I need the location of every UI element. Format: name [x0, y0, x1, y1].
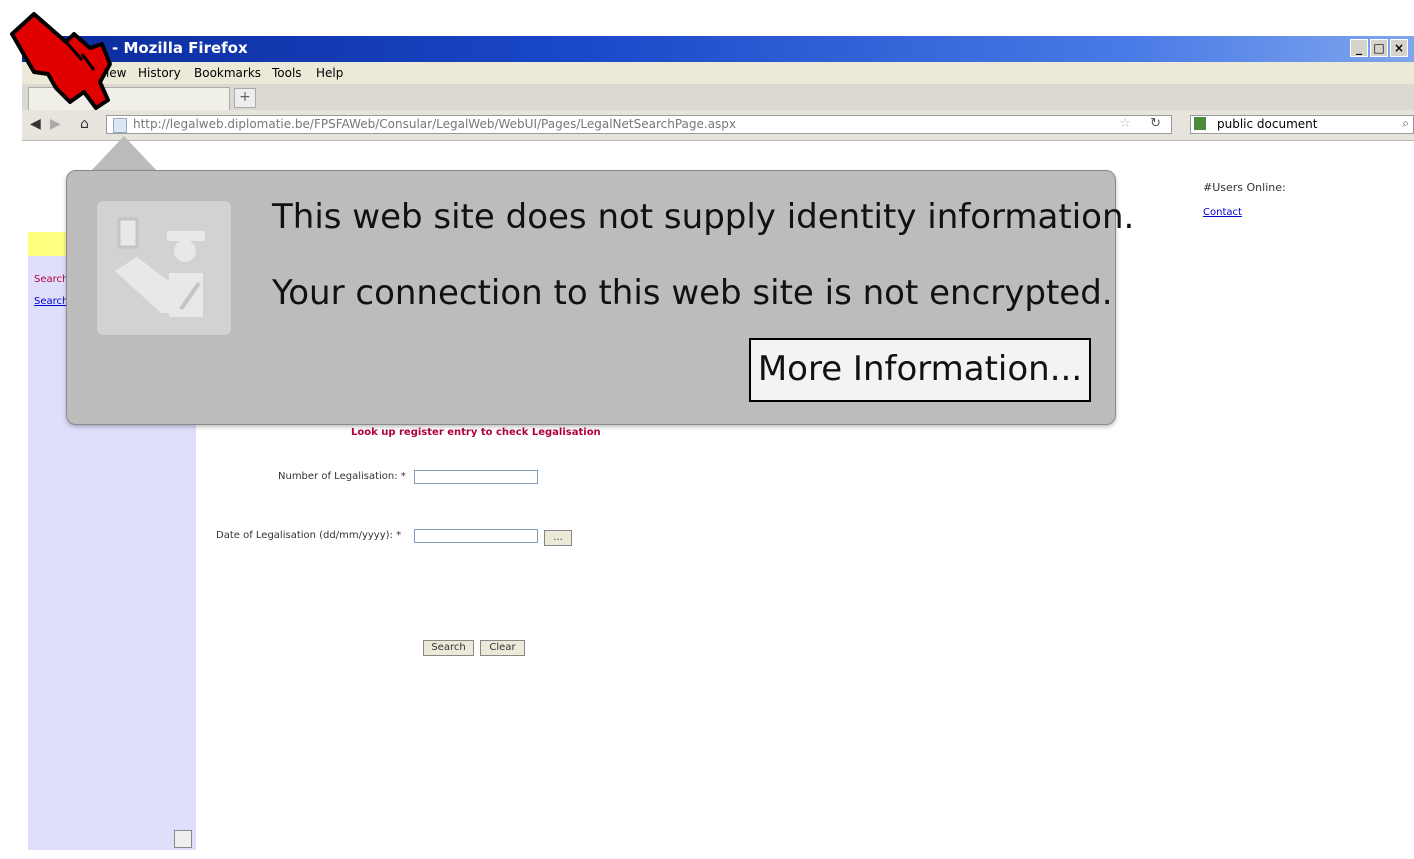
star-icon[interactable]: ☆ [1119, 116, 1131, 131]
url-bar[interactable]: http://legalweb.diplomatie.be/FPSFAWeb/C… [106, 115, 1172, 134]
window-title: - Mozilla Firefox [112, 39, 248, 57]
search-icon[interactable]: ⌕ [1402, 116, 1409, 131]
menu-tools[interactable]: Tools [272, 66, 302, 80]
sidebar-toggle[interactable] [174, 830, 192, 848]
new-tab-button[interactable]: + [234, 88, 256, 108]
calendar-button[interactable]: ... [544, 530, 572, 546]
number-input[interactable] [414, 470, 538, 484]
identity-popup: This web site does not supply identity i… [66, 170, 1134, 425]
back-icon[interactable]: ◀ [30, 116, 41, 132]
search-button[interactable]: Search [423, 640, 474, 656]
window-controls: _ □ × [1350, 39, 1408, 57]
google-icon [1194, 117, 1206, 130]
minimize-button[interactable]: _ [1350, 39, 1368, 57]
maximize-button[interactable]: □ [1370, 39, 1388, 57]
close-button[interactable]: × [1390, 39, 1408, 57]
contact-link[interactable]: Contact [1203, 207, 1242, 218]
identity-officer-icon [97, 201, 231, 335]
encryption-message: Your connection to this web site is not … [272, 273, 1113, 313]
menu-bar: View History Bookmarks Tools Help [22, 62, 1414, 84]
forward-icon[interactable]: ▶ [50, 116, 61, 132]
date-label: Date of Legalisation (dd/mm/yyyy): * [216, 530, 402, 541]
menu-help[interactable]: Help [316, 66, 343, 80]
number-label: Number of Legalisation: * [278, 471, 406, 482]
tab-strip: + [22, 84, 1414, 111]
site-identity-icon[interactable] [113, 118, 127, 133]
navigation-toolbar: ◀ ▶ ⌂ http://legalweb.diplomatie.be/FPSF… [22, 110, 1414, 141]
sidebar-link-search-2[interactable]: Search [34, 296, 68, 307]
sidebar-link-search[interactable]: Search [34, 274, 68, 285]
identity-message: This web site does not supply identity i… [272, 197, 1135, 237]
search-value: public document [1217, 117, 1318, 131]
popup-arrow [90, 136, 158, 172]
hand-cursor-icon [4, 4, 114, 114]
form-heading: Look up register entry to check Legalisa… [351, 427, 601, 438]
clear-button[interactable]: Clear [480, 640, 525, 656]
date-input[interactable] [414, 529, 538, 543]
menu-bookmarks[interactable]: Bookmarks [194, 66, 261, 80]
menu-history[interactable]: History [138, 66, 181, 80]
url-text: http://legalweb.diplomatie.be/FPSFAWeb/C… [133, 117, 737, 131]
title-bar: - Mozilla Firefox _ □ × [22, 36, 1414, 62]
reload-icon[interactable]: ↻ [1150, 116, 1161, 131]
more-information-button[interactable]: More Information... [749, 338, 1091, 402]
users-online: #Users Online: [1203, 181, 1286, 194]
home-icon[interactable]: ⌂ [80, 116, 89, 132]
search-bar[interactable]: public document ⌕ [1190, 115, 1414, 134]
